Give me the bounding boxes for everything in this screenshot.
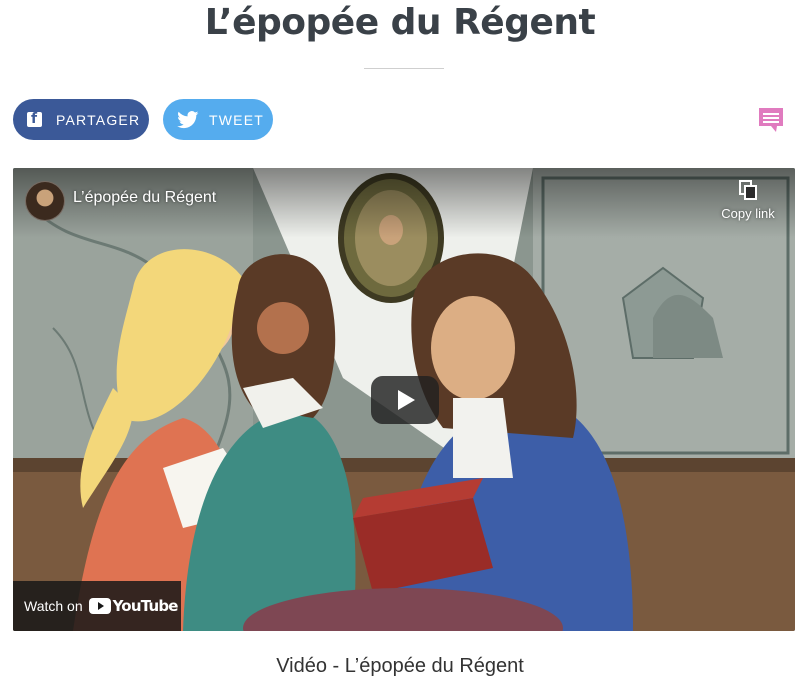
copy-link-label: Copy link xyxy=(721,206,775,221)
video-caption: Vidéo - L’épopée du Régent xyxy=(276,655,524,677)
watch-on-label: Watch on xyxy=(24,598,83,614)
facebook-share-label: PARTAGER xyxy=(56,111,141,128)
twitter-share-label: TWEET xyxy=(209,111,264,128)
play-icon[interactable] xyxy=(371,376,439,424)
twitter-share-button[interactable]: TWEET xyxy=(163,99,273,140)
facebook-icon: f xyxy=(27,111,42,127)
youtube-wordmark: YouTube xyxy=(112,597,179,615)
facebook-share-button[interactable]: f PARTAGER xyxy=(13,99,149,140)
copy-link-button[interactable]: Copy link xyxy=(713,180,783,221)
twitter-bird-icon xyxy=(177,110,199,128)
video-title-link[interactable]: L’épopée du Régent xyxy=(73,189,216,207)
comment-icon[interactable] xyxy=(758,107,784,133)
youtube-icon xyxy=(88,598,111,614)
page-title: L’épopée du Régent xyxy=(204,2,596,43)
youtube-logo: YouTube xyxy=(88,597,179,615)
channel-avatar[interactable] xyxy=(25,181,65,221)
video-player[interactable]: L’épopée du Régent Copy link Watch on Yo… xyxy=(13,168,795,631)
copy-icon xyxy=(739,180,757,200)
watch-on-youtube-button[interactable]: Watch on YouTube xyxy=(13,581,181,631)
title-divider xyxy=(364,68,444,69)
